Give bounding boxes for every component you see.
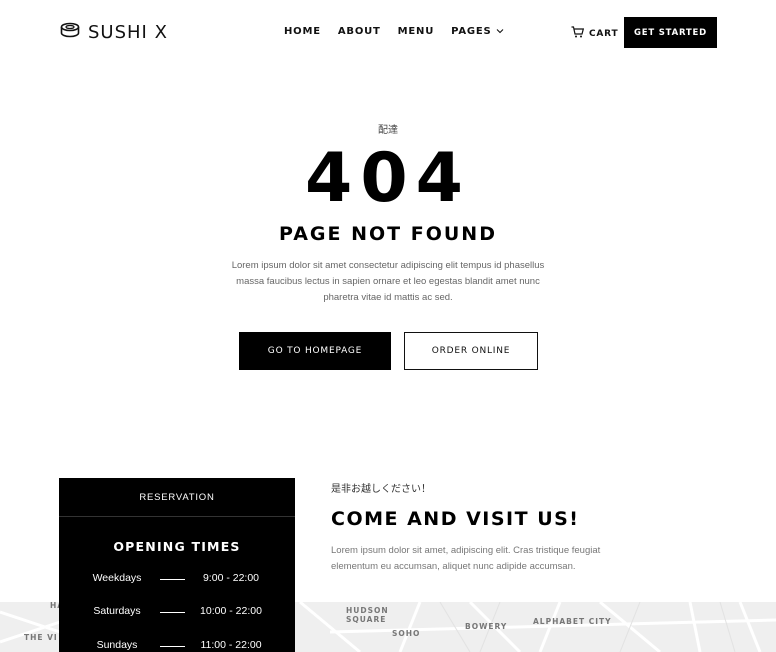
map-label-soho: SOHO	[392, 629, 421, 638]
nav-about[interactable]: ABOUT	[338, 26, 381, 37]
visit-kanji: 是非お越しください！	[331, 484, 431, 495]
hours-row: Sundays 11:00 - 22:00	[59, 639, 295, 652]
reservation-card: RESERVATION OPENING TIMES Weekdays 9:00 …	[59, 478, 295, 652]
page-title: PAGE NOT FOUND	[279, 223, 497, 245]
nav-menu[interactable]: MENU	[398, 26, 434, 37]
hours-day: Saturdays	[93, 605, 141, 617]
hours-row: Weekdays 9:00 - 22:00	[59, 572, 295, 586]
error-code: 404	[305, 139, 471, 218]
order-online-button[interactable]: ORDER ONLINE	[404, 332, 538, 370]
logo[interactable]: SUSHI X	[60, 22, 168, 43]
map-label-the-vi: THE VI	[24, 633, 58, 642]
nav-home-label: HOME	[284, 26, 321, 37]
sushi-roll-icon	[60, 22, 80, 43]
cart-link[interactable]: CART	[571, 26, 618, 41]
hours-divider	[160, 612, 185, 613]
hours-time: 10:00 - 22:00	[200, 605, 262, 617]
map-label-alphabet-city: ALPHABET CITY	[533, 617, 612, 626]
hours-row: Saturdays 10:00 - 22:00	[59, 605, 295, 619]
reservation-tab[interactable]: RESERVATION	[59, 478, 295, 517]
cart-icon	[571, 26, 585, 41]
map-label-bowery: BOWERY	[465, 622, 508, 631]
site-header: SUSHI X HOME ABOUT MENU PAGES CART GET S…	[0, 0, 776, 66]
nav-pages-label: PAGES	[451, 26, 492, 37]
hours-divider	[160, 646, 185, 647]
hours-day: Weekdays	[92, 572, 142, 584]
get-started-button[interactable]: GET STARTED	[624, 17, 717, 48]
logo-text: SUSHI X	[88, 22, 168, 43]
visit-description: Lorem ipsum dolor sit amet, adipiscing e…	[331, 545, 601, 572]
hours-day: Sundays	[96, 639, 138, 651]
nav-menu-label: MENU	[397, 26, 435, 37]
hours-time: 11:00 - 22:00	[200, 639, 262, 651]
cart-label: CART	[589, 28, 619, 39]
main-nav: HOME ABOUT MENU PAGES	[284, 26, 504, 37]
chevron-down-icon	[496, 26, 504, 37]
opening-times-title: OPENING TIMES	[113, 539, 241, 554]
map-label-hudson: HUDSON SQUARE	[346, 606, 389, 624]
hours-time: 9:00 - 22:00	[202, 572, 260, 584]
nav-about-label: ABOUT	[337, 26, 381, 37]
nav-home[interactable]: HOME	[284, 26, 321, 37]
hero-kanji: 配達	[378, 125, 398, 136]
nav-pages-dropdown[interactable]: PAGES	[451, 26, 503, 37]
go-to-homepage-button[interactable]: GO TO HOMEPAGE	[239, 332, 391, 370]
visit-title: COME AND VISIT US!	[331, 508, 580, 530]
hero-description: Lorem ipsum dolor sit amet consectetur a…	[231, 260, 545, 303]
hours-divider	[160, 579, 185, 580]
